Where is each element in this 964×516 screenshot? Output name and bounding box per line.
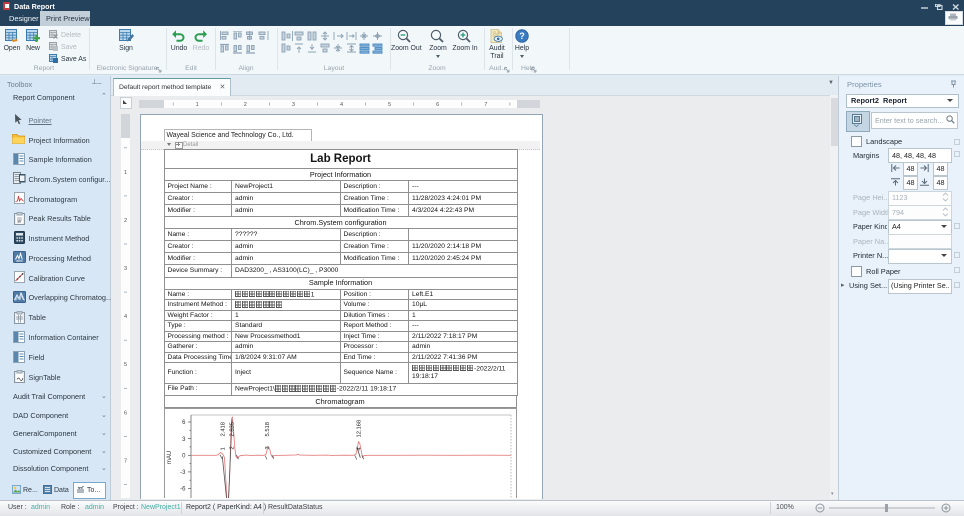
svg-text:mAU: mAU [167, 451, 173, 464]
svg-text:A: A [18, 218, 21, 223]
svg-text:1: 1 [124, 170, 127, 176]
svg-text:2.418: 2.418 [220, 422, 226, 437]
svg-text:5.518: 5.518 [265, 422, 271, 437]
svg-text:2.835: 2.835 [229, 422, 235, 437]
svg-text:3: 3 [265, 446, 271, 449]
svg-text:5: 5 [124, 362, 127, 368]
svg-text:2: 2 [244, 102, 247, 108]
svg-text:6: 6 [436, 102, 439, 108]
svg-text:1: 1 [220, 447, 226, 450]
svg-text:2: 2 [124, 218, 127, 224]
svg-text:6: 6 [124, 410, 127, 416]
svg-text:-6: -6 [180, 487, 186, 493]
svg-text:-3: -3 [180, 470, 186, 476]
svg-text:7: 7 [124, 458, 127, 464]
svg-text:4: 4 [124, 314, 127, 320]
svg-text:12.168: 12.168 [356, 420, 362, 438]
svg-text:3: 3 [124, 266, 127, 272]
svg-text:4: 4 [340, 102, 343, 108]
svg-text:3: 3 [292, 102, 295, 108]
svg-text:?: ? [519, 31, 525, 41]
svg-text:7: 7 [484, 102, 487, 108]
svg-text:5: 5 [388, 102, 391, 108]
svg-text:abc: abc [16, 258, 22, 263]
svg-text:1: 1 [196, 102, 199, 108]
svg-text:2: 2 [229, 446, 235, 449]
